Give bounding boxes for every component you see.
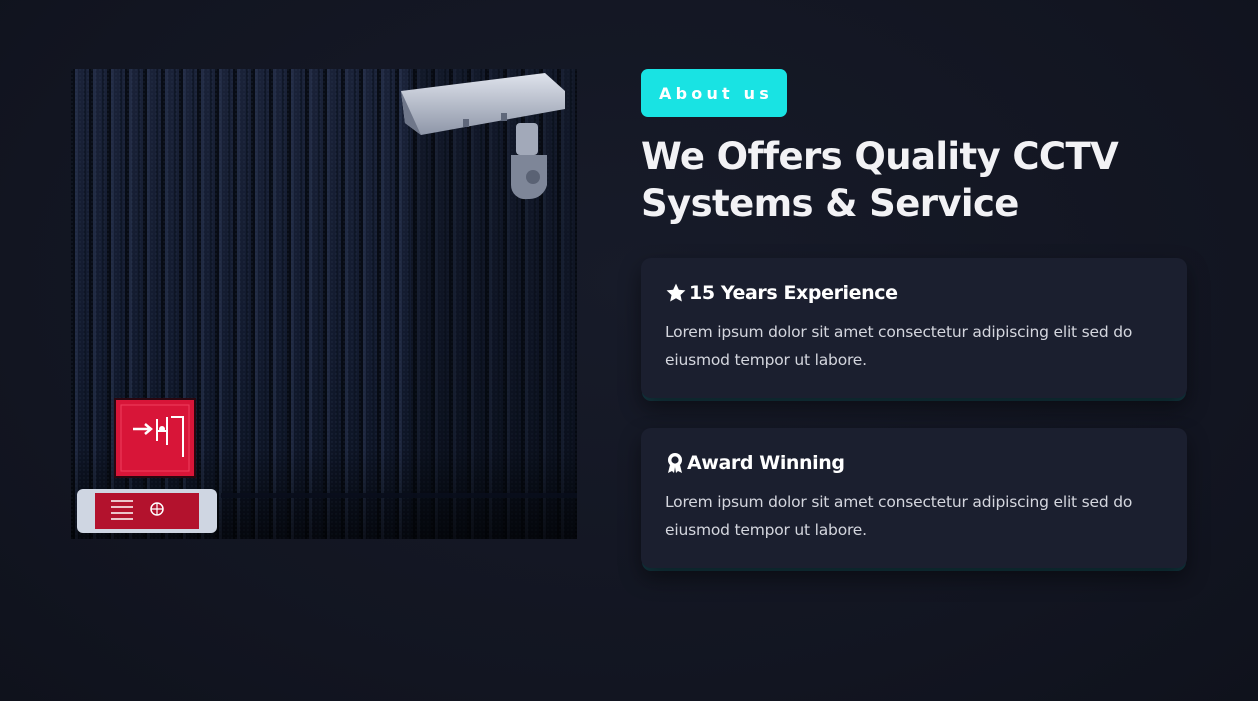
about-section: About us We Offers Quality CCTV Systems … <box>0 0 1258 701</box>
feature-description: Lorem ipsum dolor sit amet consectetur a… <box>665 323 1133 369</box>
cctv-photo-illustration <box>71 69 577 539</box>
feature-card-experience: 15 Years Experience Lorem ipsum dolor si… <box>641 258 1187 398</box>
feature-description: Lorem ipsum dolor sit amet consectetur a… <box>665 493 1133 539</box>
feature-card-title: 15 Years Experience <box>665 282 898 304</box>
award-icon <box>665 452 685 474</box>
star-icon <box>665 282 687 304</box>
section-title-line-2: Systems & Service <box>641 182 1019 225</box>
fire-hose-sign-graphic <box>77 489 217 533</box>
fire-alarm-graphic <box>114 398 196 478</box>
section-title-line-1: We Offers Quality CCTV <box>641 135 1119 178</box>
feature-title-text: Award Winning <box>687 452 845 474</box>
feature-card-title: Award Winning <box>665 452 845 474</box>
section-title: We Offers Quality CCTV Systems & Service <box>641 133 1161 227</box>
feature-card-award: Award Winning Lorem ipsum dolor sit amet… <box>641 428 1187 568</box>
feature-title-text: 15 Years Experience <box>689 282 898 304</box>
cctv-photo <box>71 69 577 539</box>
about-us-badge: About us <box>641 69 787 117</box>
